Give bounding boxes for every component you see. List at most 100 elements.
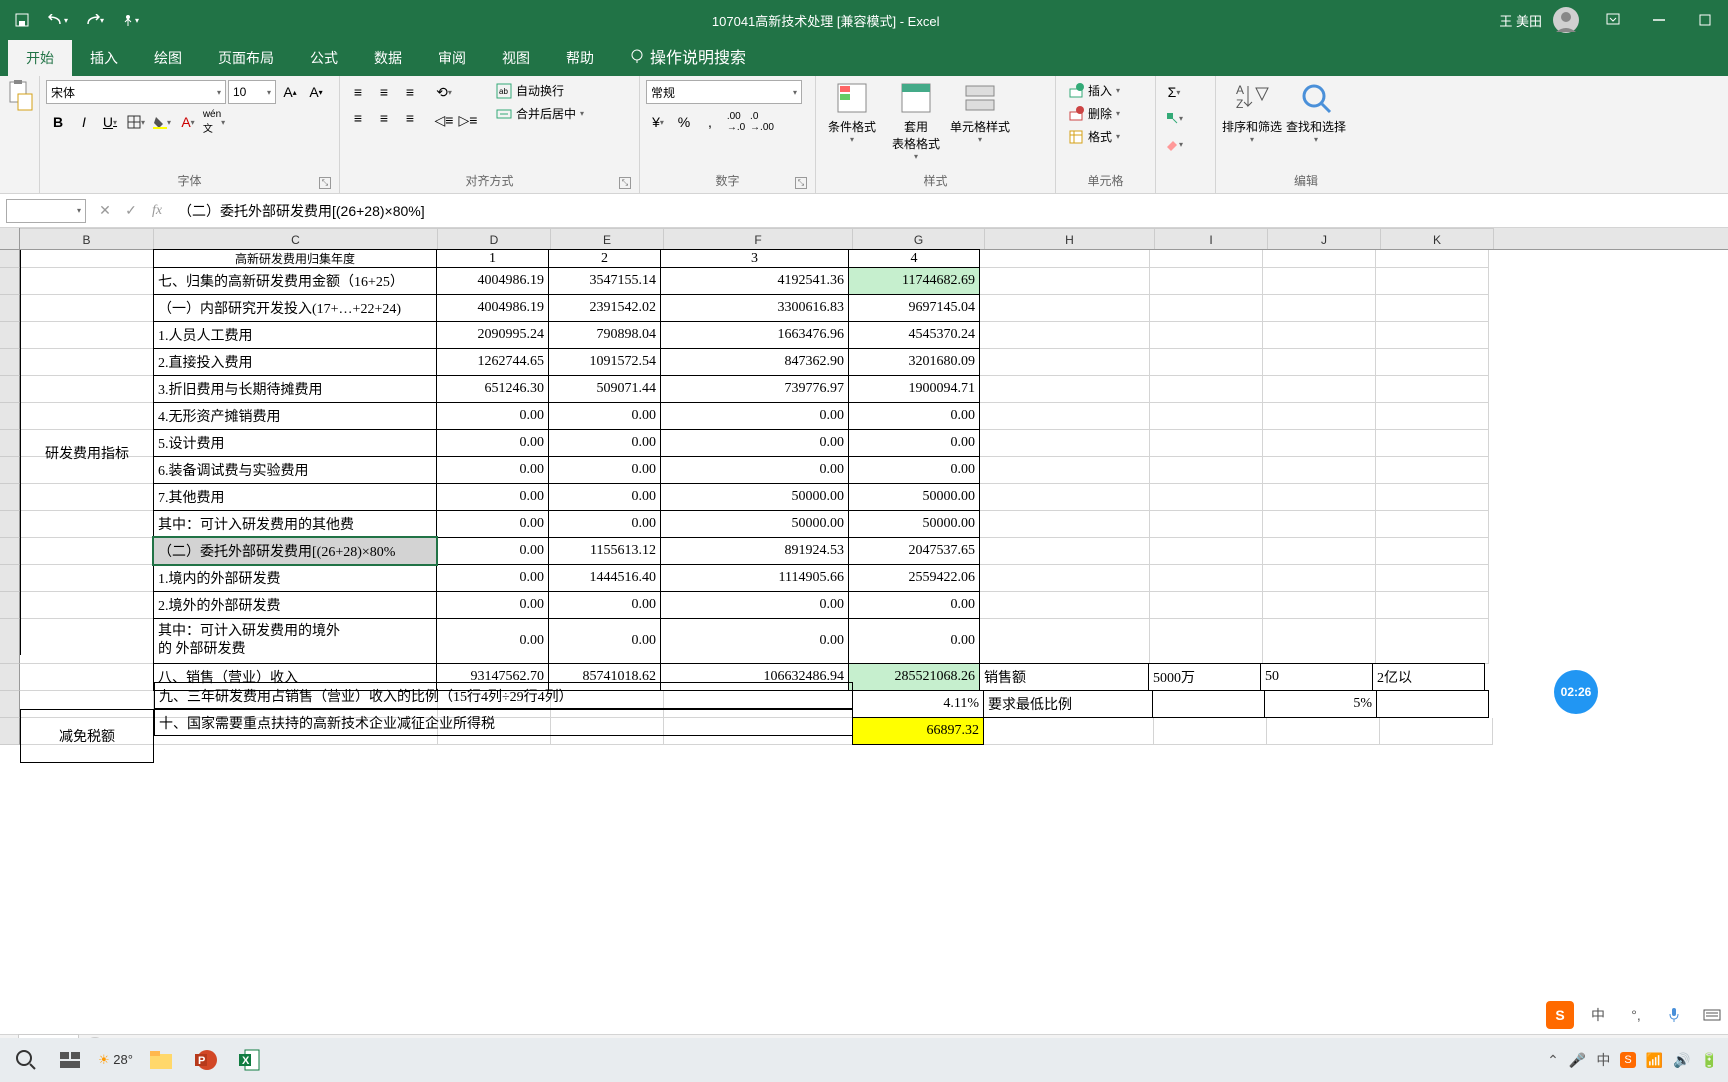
cell[interactable]: 0.00 [848,618,980,664]
cell[interactable]: 3 [660,249,849,268]
cell[interactable]: 847362.90 [660,348,849,376]
tray-wifi-icon[interactable]: 📶 [1646,1052,1663,1069]
cell[interactable]: 七、归集的高新研发费用金额（16+25） [153,267,437,295]
cell[interactable]: 50000.00 [660,510,849,538]
cell[interactable]: 1091572.54 [548,348,661,376]
cell[interactable]: 9697145.04 [848,294,980,322]
font-color-button[interactable]: A▾ [176,110,200,134]
cell[interactable]: 0.00 [436,618,549,664]
increase-font-icon[interactable]: A▴ [278,80,302,104]
align-left-icon[interactable]: ≡ [346,106,370,130]
cell[interactable]: 6.装备调试费与实验费用 [153,456,437,484]
cell[interactable]: 50 [1260,663,1373,691]
cell[interactable]: 1155613.12 [548,537,661,565]
cell[interactable]: 651246.30 [436,375,549,403]
cell[interactable]: 2亿以 [1372,663,1485,691]
cell[interactable]: 4004986.19 [436,267,549,295]
tab-insert[interactable]: 插入 [72,40,136,76]
col-header[interactable]: J [1268,228,1381,249]
cell[interactable]: 4.11% [852,690,984,718]
conditional-format-button[interactable]: 条件格式▾ [822,80,882,144]
comma-format-icon[interactable]: , [698,110,722,134]
cell[interactable]: 1444516.40 [548,564,661,592]
formula-input[interactable]: （二）委托外部研发费用[(26+28)×80%] [170,199,1728,223]
ime-mic-icon[interactable] [1660,1001,1688,1029]
cell[interactable]: 0.00 [436,402,549,430]
tray-battery-icon[interactable]: 🔋 [1701,1052,1718,1069]
cell[interactable]: 4.无形资产摊销费用 [153,402,437,430]
decrease-decimal-icon[interactable]: .0→.00 [750,110,774,134]
tell-me-search[interactable]: 操作说明搜索 [612,36,764,76]
cell[interactable]: 0.00 [436,564,549,592]
align-right-icon[interactable]: ≡ [398,106,422,130]
cell[interactable]: 3300616.83 [660,294,849,322]
cell[interactable]: 2047537.65 [848,537,980,565]
insert-function-icon[interactable]: fx [144,199,170,223]
tab-help[interactable]: 帮助 [548,40,612,76]
cell[interactable]: 0.00 [436,483,549,511]
increase-decimal-icon[interactable]: .00→.0 [724,110,748,134]
cell[interactable]: 0.00 [848,591,980,619]
task-view-icon[interactable] [54,1044,86,1076]
name-box[interactable]: ▾ [6,199,86,223]
tab-review[interactable]: 审阅 [420,40,484,76]
cell[interactable]: 1.境内的外部研发费 [153,564,437,592]
format-cells-button[interactable]: 格式▾ [1062,126,1126,147]
cell[interactable]: 1262744.65 [436,348,549,376]
cell[interactable]: 2090995.24 [436,321,549,349]
undo-icon[interactable]: ▾ [46,8,70,32]
phonetic-button[interactable]: wén文▾ [202,110,226,134]
cell[interactable]: 4192541.36 [660,267,849,295]
decrease-indent-icon[interactable]: ◁≡ [432,108,456,132]
tray-volume-icon[interactable]: 🔊 [1673,1052,1690,1069]
ime-punct-icon[interactable]: °, [1622,1001,1650,1029]
tray-mic-icon[interactable]: 🎤 [1569,1052,1586,1069]
cell[interactable]: 5000万 [1148,663,1261,691]
select-all-corner[interactable] [0,228,20,249]
save-icon[interactable] [10,8,34,32]
cell[interactable]: 0.00 [436,537,549,565]
cell[interactable]: 0.00 [548,456,661,484]
align-middle-icon[interactable]: ≡ [372,80,396,104]
file-explorer-icon[interactable] [145,1044,177,1076]
tray-sogou-icon[interactable]: S [1620,1052,1635,1068]
cell[interactable]: 0.00 [436,510,549,538]
tab-formulas[interactable]: 公式 [292,40,356,76]
merged-cell-tax[interactable]: 十、国家需要重点扶持的高新技术企业减征企业所得税 [154,709,853,736]
cell[interactable]: 0.00 [848,402,980,430]
user-avatar-icon[interactable] [1552,6,1580,34]
cell[interactable]: 高新研发费用归集年度 [153,249,437,268]
cell[interactable]: 0.00 [548,483,661,511]
merge-center-button[interactable]: 合并后居中▾ [490,103,590,124]
tab-view[interactable]: 视图 [484,40,548,76]
cell[interactable]: 0.00 [548,429,661,457]
number-dialog-launcher[interactable]: ⤡ [795,177,807,189]
cell[interactable]: 2391542.02 [548,294,661,322]
cell[interactable]: 0.00 [548,618,661,664]
cell[interactable]: 891924.53 [660,537,849,565]
col-header[interactable]: K [1381,228,1494,249]
accounting-format-icon[interactable]: ¥▾ [646,110,670,134]
cell[interactable]: 0.00 [548,510,661,538]
cell[interactable]: 其中：可计入研发费用的境外 的 外部研发费 [153,618,437,664]
cell[interactable]: 50000.00 [660,483,849,511]
font-name-select[interactable]: 宋体▾ [46,80,226,104]
tab-data[interactable]: 数据 [356,40,420,76]
border-button[interactable]: ▾ [124,110,148,134]
touch-mode-icon[interactable]: ▾ [118,8,142,32]
merged-cell-ratio[interactable]: 九、三年研发费用占销售（营业）收入的比例（15行4列÷29行4列） [154,682,853,709]
excel-icon[interactable]: X [233,1044,265,1076]
col-header[interactable]: H [985,228,1155,249]
font-dialog-launcher[interactable]: ⤡ [319,177,331,189]
search-icon[interactable] [10,1044,42,1076]
italic-button[interactable]: I [72,110,96,134]
cell[interactable]: 3.折旧费用与长期待摊费用 [153,375,437,403]
cell[interactable]: 其中：可计入研发费用的其他费 [153,510,437,538]
cell[interactable]: 0.00 [660,618,849,664]
cell-styles-button[interactable]: 单元格样式▾ [950,80,1010,144]
maximize-button[interactable] [1682,0,1728,40]
sort-filter-button[interactable]: AZ排序和筛选▾ [1222,80,1282,144]
cell[interactable]: 5.设计费用 [153,429,437,457]
cell[interactable]: 0.00 [436,456,549,484]
tab-page-layout[interactable]: 页面布局 [200,40,292,76]
